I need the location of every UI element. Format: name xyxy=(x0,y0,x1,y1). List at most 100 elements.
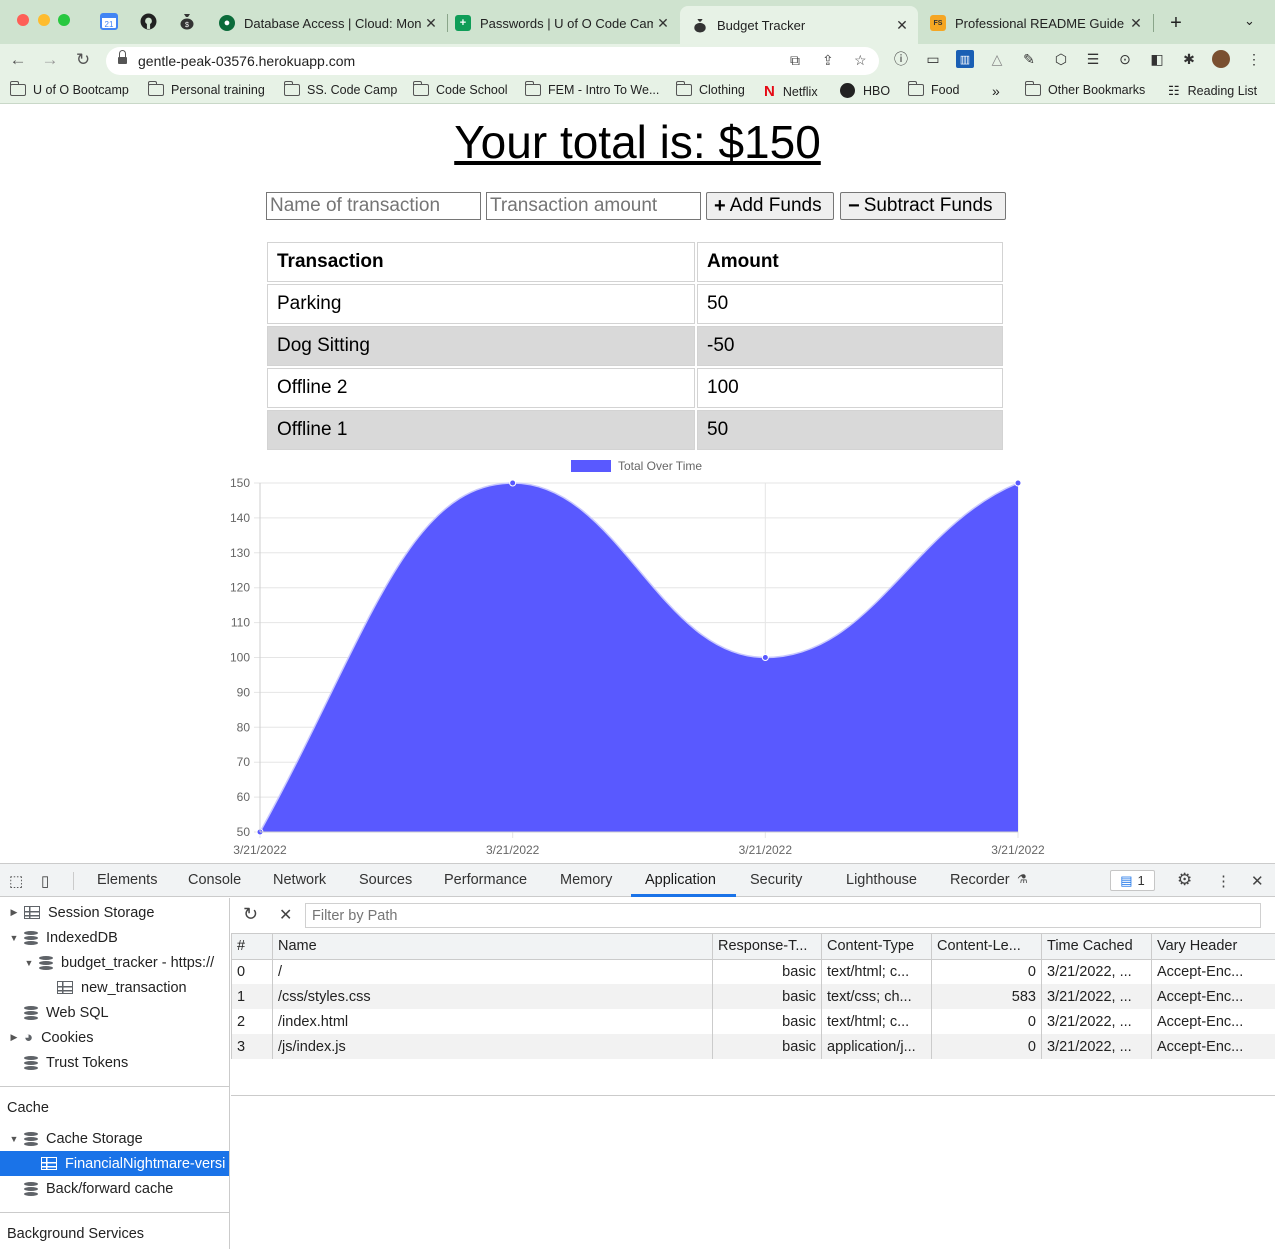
subtract-funds-button[interactable]: − Subtract Funds xyxy=(840,192,1006,220)
tab-recorder[interactable]: Recorder xyxy=(950,872,1010,888)
eyedropper-extension-icon[interactable]: ✎ xyxy=(1020,50,1038,68)
sidebar-item-session-storage[interactable]: ▶ Session Storage xyxy=(8,900,154,925)
github-icon[interactable] xyxy=(139,12,157,30)
sidebar-item-indexeddb[interactable]: ▼ IndexedDB xyxy=(8,925,118,950)
close-tab-icon[interactable]: ✕ xyxy=(421,15,441,32)
back-button[interactable]: ← xyxy=(7,50,29,70)
tab-security[interactable]: Security xyxy=(750,872,802,888)
cell-response-type: basic xyxy=(713,959,822,984)
tab-application[interactable]: Application xyxy=(645,872,716,888)
expand-caret-icon[interactable]: ▶ xyxy=(8,1032,20,1043)
issues-badge[interactable]: ▤ 1 xyxy=(1110,870,1155,891)
sidebar-item-cookies[interactable]: ▶ ◕ Cookies xyxy=(8,1025,93,1050)
bookmark-folder[interactable]: Clothing xyxy=(676,83,745,97)
column-header[interactable]: Vary Header xyxy=(1152,934,1275,959)
column-header[interactable]: Name xyxy=(273,934,713,959)
close-window-button[interactable] xyxy=(17,14,29,26)
inspect-element-icon[interactable]: ⬚ xyxy=(9,872,23,890)
close-tab-icon[interactable]: ✕ xyxy=(1126,15,1146,32)
profile-avatar[interactable] xyxy=(1212,50,1230,68)
more-options-icon[interactable]: ⋮ xyxy=(1216,872,1231,890)
table-row[interactable]: 0 / basic text/html; c... 0 3/21/2022, .… xyxy=(232,959,1275,984)
column-header[interactable]: Time Cached xyxy=(1042,934,1152,959)
refresh-icon[interactable]: ↻ xyxy=(243,904,258,925)
bookmark-folder[interactable]: Code School xyxy=(413,83,508,97)
bookmarks-overflow-button[interactable]: » xyxy=(992,83,1000,99)
sidebar-item-cache-storage[interactable]: ▼ Cache Storage xyxy=(8,1126,143,1151)
tab-lighthouse[interactable]: Lighthouse xyxy=(846,872,917,888)
screen-extension-icon[interactable]: ▭ xyxy=(924,50,942,68)
collapse-caret-icon[interactable]: ▼ xyxy=(8,1134,20,1144)
tab-passwords[interactable]: + Passwords | U of O Code Camp ✕ xyxy=(443,8,679,38)
lock-icon[interactable] xyxy=(118,54,127,65)
forward-button[interactable]: → xyxy=(39,50,61,70)
tab-sources[interactable]: Sources xyxy=(359,872,412,888)
bookmark-folder[interactable]: Personal training xyxy=(148,83,265,97)
close-tab-icon[interactable]: ✕ xyxy=(653,15,673,32)
sidebar-item-budget-tracker-db[interactable]: ▼ budget_tracker - https:// xyxy=(23,950,214,975)
device-toolbar-icon[interactable]: ▯ xyxy=(41,872,49,890)
settings-gear-icon[interactable]: ⚙ xyxy=(1177,870,1192,890)
close-tab-icon[interactable]: ✕ xyxy=(892,17,912,34)
tab-database-access[interactable]: ● Database Access | Cloud: Mon ✕ xyxy=(207,8,447,38)
new-tab-button[interactable]: + xyxy=(1166,12,1186,35)
warning-extension-icon[interactable]: △ xyxy=(988,50,1006,68)
sidebar-item-trust-tokens[interactable]: Trust Tokens xyxy=(24,1050,128,1075)
badge-extension-icon[interactable]: ⬡ xyxy=(1052,50,1070,68)
tab-performance[interactable]: Performance xyxy=(444,872,527,888)
folder-icon xyxy=(10,84,26,96)
expand-caret-icon[interactable]: ▶ xyxy=(8,907,20,918)
trello-extension-icon[interactable]: ▥ xyxy=(956,50,974,68)
transaction-name-input[interactable] xyxy=(266,192,481,220)
tab-elements[interactable]: Elements xyxy=(97,872,157,888)
column-header[interactable]: # xyxy=(232,934,273,959)
sidebar-item-bfcache[interactable]: Back/forward cache xyxy=(24,1176,173,1201)
add-funds-button[interactable]: + Add Funds xyxy=(706,192,834,220)
zoom-window-button[interactable] xyxy=(58,14,70,26)
minimize-window-button[interactable] xyxy=(38,14,50,26)
extensions-puzzle-icon[interactable]: ✱ xyxy=(1180,50,1198,68)
tab-readme-guide[interactable]: FS Professional README Guide | T ✕ xyxy=(918,8,1152,38)
tab-console[interactable]: Console xyxy=(188,872,241,888)
transaction-amount-input[interactable] xyxy=(486,192,701,220)
money-bag-icon[interactable]: $ xyxy=(178,12,196,30)
info-extension-icon[interactable]: ⓘ xyxy=(892,50,910,68)
bookmark-folder[interactable]: Food xyxy=(908,83,960,97)
collapse-caret-icon[interactable]: ▼ xyxy=(8,933,20,943)
reading-list[interactable]: ☷Reading List xyxy=(1168,83,1257,99)
bookmark-hbo[interactable]: HBO xyxy=(840,83,890,98)
bookmark-star-icon[interactable]: ☆ xyxy=(854,52,867,69)
address-bar[interactable]: gentle-peak-03576.herokuapp.com ⧉ ⇪ ☆ xyxy=(106,47,879,75)
share-icon[interactable]: ⇪ xyxy=(822,52,834,69)
calendar-icon[interactable]: 21 xyxy=(100,12,118,30)
bookmark-folder[interactable]: SS. Code Camp xyxy=(284,83,397,97)
tab-memory[interactable]: Memory xyxy=(560,872,612,888)
filter-by-path-input[interactable] xyxy=(305,903,1261,928)
open-in-app-icon[interactable]: ⧉ xyxy=(790,52,800,69)
bookmark-folder[interactable]: U of O Bootcamp xyxy=(10,83,129,97)
menu-extension-icon[interactable]: ☰ xyxy=(1084,50,1102,68)
bookmark-folder[interactable]: FEM - Intro To We... xyxy=(525,83,659,97)
table-row[interactable]: 1 /css/styles.css basic text/css; ch... … xyxy=(232,984,1275,1009)
column-header[interactable]: Content-Le... xyxy=(932,934,1042,959)
wappalyzer-extension-icon[interactable]: ◧ xyxy=(1148,50,1166,68)
reload-button[interactable]: ↻ xyxy=(72,50,94,70)
column-header[interactable]: Response-T... xyxy=(713,934,822,959)
table-row[interactable]: 2 /index.html basic text/html; c... 0 3/… xyxy=(232,1009,1275,1034)
clear-icon[interactable]: ✕ xyxy=(279,905,292,925)
collapse-caret-icon[interactable]: ▼ xyxy=(23,958,35,968)
column-header[interactable]: Content-Type xyxy=(822,934,932,959)
tab-network[interactable]: Network xyxy=(273,872,326,888)
sidebar-item-new-transaction[interactable]: new_transaction xyxy=(57,975,187,1000)
chrome-menu-icon[interactable]: ⋮ xyxy=(1245,50,1263,68)
other-bookmarks[interactable]: Other Bookmarks xyxy=(1025,83,1145,97)
sidebar-item-financialnightmare-cache[interactable]: FinancialNightmare-versi xyxy=(0,1151,230,1176)
table-row[interactable]: 3 /js/index.js basic application/j... 0 … xyxy=(232,1034,1275,1059)
sidebar-item-web-sql[interactable]: Web SQL xyxy=(24,1000,109,1025)
close-devtools-icon[interactable]: ✕ xyxy=(1251,872,1264,890)
dev-extension-icon[interactable]: ⊙ xyxy=(1116,50,1134,68)
tab-search-icon[interactable]: ⌄ xyxy=(1244,13,1255,29)
tab-budget-tracker[interactable]: Budget Tracker ✕ xyxy=(680,6,918,44)
bookmark-netflix[interactable]: NNetflix xyxy=(764,83,818,100)
url-text[interactable]: gentle-peak-03576.herokuapp.com xyxy=(138,53,355,69)
